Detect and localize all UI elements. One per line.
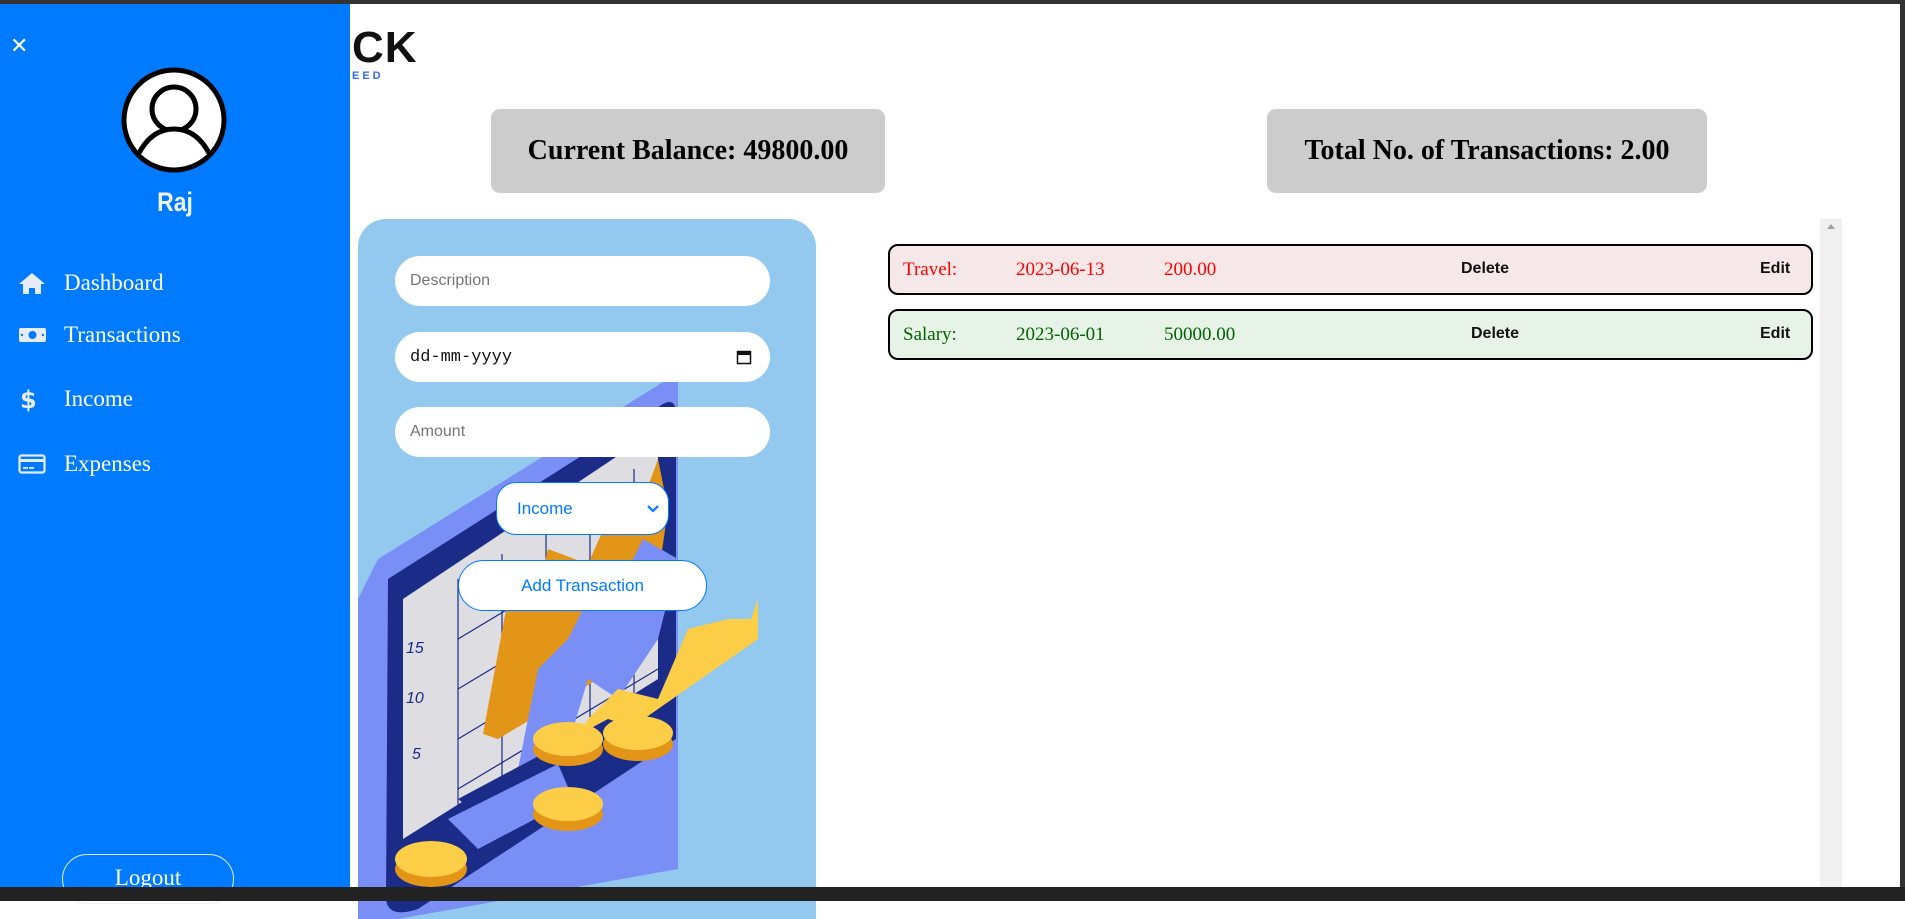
type-select-value: Income (517, 498, 573, 518)
transaction-date: 2023-06-01 (1016, 324, 1105, 345)
home-icon (19, 273, 45, 294)
window-edge (1900, 4, 1905, 887)
transaction-row: Salary: 2023-06-01 50000.00 Delete Edit (888, 309, 1813, 360)
sidebar-item-label: Dashboard (64, 270, 164, 295)
dollar-icon: $ (20, 386, 37, 413)
edit-button[interactable]: Edit (1760, 325, 1790, 343)
date-input[interactable]: dd-mm-yyyy (395, 332, 770, 382)
transaction-amount: 200.00 (1164, 259, 1217, 280)
transactions-scrollbar[interactable] (1820, 219, 1842, 887)
type-select[interactable]: Income (496, 482, 669, 535)
total-transactions-card: Total No. of Transactions: 2.00 (1267, 109, 1707, 193)
logo-text: CK (352, 23, 418, 72)
money-bill-icon (19, 328, 46, 342)
sidebar: ✕ Raj Dashboard Transactions $ Income Ex… (0, 4, 350, 904)
chevron-down-icon (647, 504, 659, 513)
transaction-date: 2023-06-13 (1016, 259, 1105, 280)
transaction-form-panel: 15 10 5 Description dd-mm-yyyy Amount In… (358, 219, 816, 919)
sidebar-item-dashboard[interactable]: Dashboard (18, 269, 164, 297)
sidebar-item-label: Income (64, 386, 133, 411)
logo: CK EED (352, 23, 418, 83)
amount-input[interactable]: Amount (395, 407, 770, 457)
description-input[interactable]: Description (395, 256, 770, 306)
axis-label: 10 (406, 690, 424, 707)
avatar (121, 67, 227, 173)
scroll-up-arrow-icon[interactable] (1827, 224, 1835, 229)
axis-label: 15 (406, 640, 424, 657)
sidebar-item-label: Transactions (64, 322, 181, 347)
current-balance-card: Current Balance: 49800.00 (491, 109, 885, 193)
transaction-amount: 50000.00 (1164, 324, 1236, 345)
svg-text:$: $ (20, 386, 37, 413)
sidebar-item-label: Expenses (64, 451, 151, 476)
delete-button[interactable]: Delete (1471, 325, 1519, 343)
window-bottom-bar (0, 887, 1905, 901)
transaction-category: Salary: (903, 324, 957, 345)
axis-label: 5 (412, 746, 421, 763)
delete-button[interactable]: Delete (1461, 260, 1509, 278)
close-icon[interactable]: ✕ (10, 34, 28, 59)
credit-card-icon (18, 454, 46, 474)
edit-button[interactable]: Edit (1760, 260, 1790, 278)
transaction-row: Travel: 2023-06-13 200.00 Delete Edit (888, 244, 1813, 295)
calendar-icon[interactable] (736, 349, 752, 365)
date-placeholder: dd-mm-yyyy (410, 347, 513, 367)
add-transaction-button[interactable]: Add Transaction (458, 560, 707, 611)
sidebar-item-expenses[interactable]: Expenses (18, 450, 151, 478)
user-name: Raj (157, 187, 193, 217)
transaction-category: Travel: (903, 259, 958, 280)
sidebar-item-income[interactable]: $ Income (18, 385, 133, 413)
sidebar-item-transactions[interactable]: Transactions (18, 321, 181, 349)
